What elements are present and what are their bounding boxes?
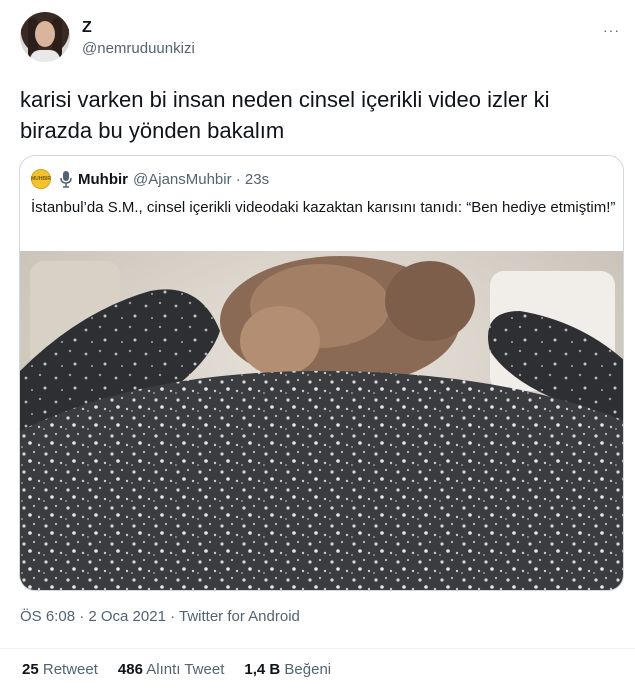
quoted-author-handle: @AjansMuhbir · 23s: [133, 170, 270, 188]
quote-tweet-count[interactable]: 486 Alıntı Tweet: [118, 661, 224, 678]
quoted-tweet[interactable]: MUHBIR Muhbir @AjansMuhbir · 23s İstanbu…: [19, 155, 624, 591]
microphone-icon: [60, 171, 72, 188]
quoted-author-name: Muhbir: [78, 170, 128, 188]
author-handle[interactable]: @nemruduunkizi: [82, 40, 195, 57]
author-name[interactable]: Z: [82, 19, 92, 37]
quoted-media-image[interactable]: [20, 251, 623, 590]
quoted-tweet-header: MUHBIR Muhbir @AjansMuhbir · 23s: [31, 169, 269, 189]
quoted-tweet-text: İstanbul’da S.M., cinsel içerikli videod…: [31, 199, 616, 216]
tweet-header: Z @nemruduunkizi ···: [20, 12, 620, 68]
tweet-text: karisi varken bi insan neden cinsel içer…: [20, 87, 550, 143]
tweet-timestamp[interactable]: ÖS 6:08 · 2 Oca 2021 · Twitter for Andro…: [20, 608, 300, 625]
muhbir-logo: MUHBIR: [31, 169, 51, 189]
like-count[interactable]: 1,4 B Beğeni: [244, 661, 331, 678]
avatar[interactable]: [20, 12, 70, 62]
retweet-count[interactable]: 25 Retweet: [22, 661, 98, 678]
divider: [0, 648, 635, 649]
tweet-stats: 25 Retweet 486 Alıntı Tweet 1,4 B Beğeni: [22, 661, 351, 678]
more-icon[interactable]: ···: [603, 22, 620, 38]
